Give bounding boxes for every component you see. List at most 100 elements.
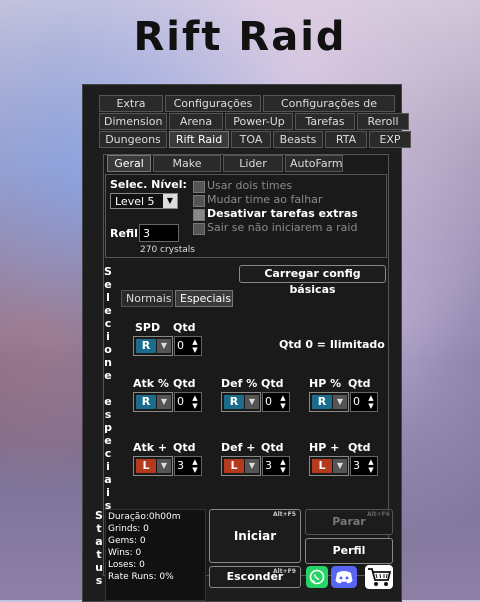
atk-pct-rune-select[interactable]: R ▼ [133,392,173,412]
tab-power-up[interactable]: Power-Up [225,113,293,130]
atk-flat-qty-value: 3 [177,459,184,472]
stop-hotkey: Alt+F6 [367,511,390,518]
hide-hotkey: Alt+F9 [273,568,296,575]
hp-pct-rune-select[interactable]: R ▼ [309,392,349,412]
subtab-make-party[interactable]: Make Party [153,155,221,185]
tab-arena[interactable]: Arena [169,113,223,130]
tab-normais[interactable]: Normais [121,290,173,307]
stepper-arrows-icon[interactable]: ▲ ▼ [190,394,200,410]
status-loses: Loses: 0 [108,560,145,570]
level-value: Level 5 [115,195,155,208]
def-pct-qtd-label: Qtd [261,377,284,390]
atk-pct-qty-stepper[interactable]: 0 ▲ ▼ [174,392,202,412]
hp-flat-qty-value: 3 [353,459,360,472]
hp-pct-qty-value: 0 [353,395,360,408]
unlimited-note: Qtd 0 = Ilimitado [279,338,385,351]
hp-flat-qty-stepper[interactable]: 3 ▲ ▼ [350,456,378,476]
atk-pct-qty-value: 0 [177,395,184,408]
status-wins: Wins: 0 [108,548,142,558]
tab-rta[interactable]: RTA [325,131,367,148]
level-select[interactable]: Level 5 ▼ [110,193,178,209]
atk-pct-rune-letter: R [136,395,156,409]
app-title: Rift Raid [133,14,347,60]
tab-rift-raid[interactable]: Rift Raid [169,131,229,148]
checkbox-desativar-tarefas[interactable] [193,209,205,221]
stepper-arrows-icon[interactable]: ▲ ▼ [190,458,200,474]
chevron-down-icon: ▼ [163,194,177,208]
chevron-down-icon: ▼ [245,459,259,473]
def-pct-qty-stepper[interactable]: 0 ▲ ▼ [262,392,290,412]
subtab-geral[interactable]: Geral [107,155,151,172]
hp-pct-qty-stepper[interactable]: 0 ▲ ▼ [350,392,378,412]
tab-especiais[interactable]: Especiais [175,290,233,307]
hp-flat-rune-select[interactable]: L ▼ [309,456,349,476]
tab-row-3: Dungeons Rift Raid TOA Beasts RTA EXP [99,131,411,148]
main-panel: Extra Configurações Configurações de Fil… [82,84,411,602]
status-panel: Duração:0h00m Grinds: 0 Gems: 0 Wins: 0 … [105,509,206,601]
spd-rune-letter: R [136,339,156,353]
refil-input[interactable]: 3 [139,224,179,242]
refil-label: Refil [110,227,138,240]
tab-beasts[interactable]: Beasts [273,131,323,148]
stepper-arrows-icon[interactable]: ▲ ▼ [190,338,200,354]
checkbox-label-mudar-time: Mudar time ao falhar [207,193,323,206]
level-label: Selec. Nível: [110,178,187,191]
discord-icon[interactable] [331,566,357,588]
tab-configuracoes-filtro[interactable]: Configurações de Filtro [263,95,395,125]
tab-row-2: Dimension Arena Power-Up Tarefas Reroll [99,113,409,130]
checkbox-label-desativar-tarefas: Desativar tarefas extras [207,207,358,220]
def-flat-qty-value: 3 [265,459,272,472]
vertical-label-selecione-especiais: Selecioneespeciais [104,265,112,512]
def-pct-rune-letter: R [224,395,244,409]
stepper-arrows-icon[interactable]: ▲ ▼ [366,458,376,474]
def-flat-rune-select[interactable]: L ▼ [221,456,261,476]
cart-icon[interactable] [365,565,393,589]
hp-pct-label: HP % [309,377,342,390]
spd-qty-stepper[interactable]: 0 ▲ ▼ [174,336,202,356]
def-pct-label: Def % [221,377,258,390]
rune-tab-row: Normais Especiais [121,290,233,307]
hp-flat-rune-letter: L [312,459,332,473]
tab-configuracoes[interactable]: Configurações [165,95,261,112]
checkbox-sair-raid[interactable] [193,223,205,235]
atk-flat-rune-select[interactable]: L ▼ [133,456,173,476]
load-basic-config-button[interactable]: Carregar config básicas [239,265,386,296]
hp-flat-label: HP + [309,441,340,454]
tab-reroll[interactable]: Reroll [357,113,409,130]
spd-qtd-label: Qtd [173,321,196,334]
profile-button[interactable]: Perfil [305,538,393,564]
def-pct-rune-select[interactable]: R ▼ [221,392,261,412]
atk-flat-qty-stepper[interactable]: 3 ▲ ▼ [174,456,202,476]
atk-flat-label: Atk + [133,441,168,454]
stepper-arrows-icon[interactable]: ▲ ▼ [366,394,376,410]
checkbox-label-sair-raid: Sair se não iniciarem a raid [207,221,358,234]
checkbox-usar-dois-times[interactable] [193,181,205,193]
tab-dungeons[interactable]: Dungeons [99,131,167,148]
hp-pct-rune-letter: R [312,395,332,409]
def-pct-qty-value: 0 [265,395,272,408]
hp-flat-qtd-label: Qtd [348,441,371,454]
whatsapp-icon[interactable] [306,566,328,588]
atk-pct-label: Atk % [133,377,169,390]
subtab-lider-skill[interactable]: Lider Skill [223,155,283,185]
def-flat-qty-stepper[interactable]: 3 ▲ ▼ [262,456,290,476]
spd-rune-select[interactable]: R ▼ [133,336,173,356]
tab-extra[interactable]: Extra [99,95,163,112]
tab-exp[interactable]: EXP [369,131,411,148]
atk-flat-rune-letter: L [136,459,156,473]
start-hotkey: Alt+F5 [273,511,296,518]
chevron-down-icon: ▼ [333,395,347,409]
tab-dimension[interactable]: Dimension [99,113,167,130]
chevron-down-icon: ▼ [245,395,259,409]
spd-label: SPD [135,321,161,334]
subtab-autofarm[interactable]: AutoFarm [285,155,343,172]
stepper-arrows-icon[interactable]: ▲ ▼ [278,394,288,410]
subtab-row: Geral Make Party Lider Skill AutoFarm [107,155,343,185]
status-gems: Gems: 0 [108,536,146,546]
tab-toa[interactable]: TOA [231,131,271,148]
stepper-arrows-icon[interactable]: ▲ ▼ [278,458,288,474]
tab-tarefas[interactable]: Tarefas [295,113,355,130]
def-flat-rune-letter: L [224,459,244,473]
checkbox-mudar-time[interactable] [193,195,205,207]
def-flat-qtd-label: Qtd [261,441,284,454]
